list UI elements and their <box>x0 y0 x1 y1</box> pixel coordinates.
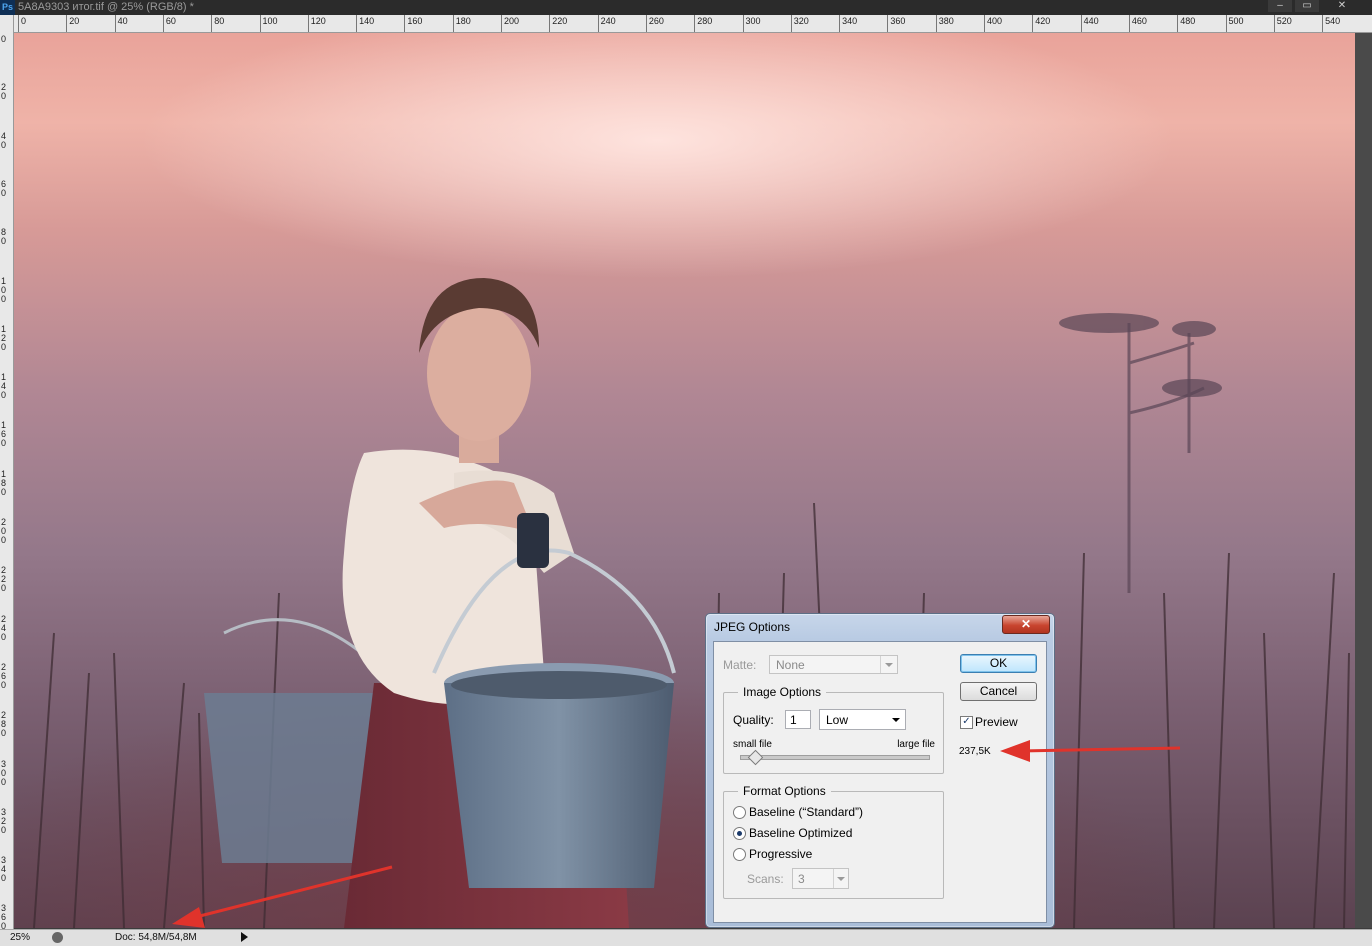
ruler-tick-label: 380 <box>938 16 954 26</box>
quality-input[interactable]: 1 <box>785 710 811 729</box>
radio-label: Progressive <box>749 847 813 861</box>
ok-button[interactable]: OK <box>960 654 1037 673</box>
ruler-tick-label: 320 <box>1 806 7 835</box>
scans-select: 3 <box>792 868 849 889</box>
ruler-tick-label: 260 <box>1 661 7 690</box>
ruler-tick-label: 60 <box>165 16 176 26</box>
ruler-tick-label: 100 <box>1 275 7 304</box>
ruler-tick-label: 120 <box>310 16 326 26</box>
image-options-group: Image Options Quality: 1 Low small file … <box>723 685 944 774</box>
dialog-body: Matte: None Image Options Quality: 1 Low… <box>713 641 1047 923</box>
vertical-ruler[interactable]: 0 20 40 60 80 100 120 140 160 180 200 220 240 260 280 3… <box>0 15 14 930</box>
radio-button[interactable] <box>733 827 746 840</box>
preview-checkbox[interactable]: ✓ <box>960 716 973 729</box>
quality-slider-track[interactable] <box>740 755 930 760</box>
quality-label: Quality: <box>733 713 774 727</box>
ruler-tick-label: 240 <box>600 16 616 26</box>
matte-select: None <box>769 655 898 674</box>
ruler-tick-label: 120 <box>1 323 7 352</box>
ruler-tick-label: 220 <box>552 16 568 26</box>
ruler-tick-label: 300 <box>1 758 7 787</box>
ruler-tick-label: 400 <box>987 16 1003 26</box>
horizontal-ruler[interactable]: 0 20 40 60 80 100 120 140 160 180 200 220 240 260 280 3… <box>13 15 1372 33</box>
chevron-down-icon <box>885 663 893 667</box>
scans-label: Scans: <box>747 872 784 886</box>
ruler-tick-label: 80 <box>214 16 225 26</box>
radio-button[interactable] <box>733 806 746 819</box>
ruler-tick-label: 220 <box>1 565 7 594</box>
status-info-icon[interactable] <box>52 932 63 943</box>
jpeg-options-dialog: JPEG Options ✕ Matte: None Image Options… <box>705 613 1055 928</box>
matte-value: None <box>776 658 805 672</box>
ruler-tick-label: 540 <box>1325 16 1341 26</box>
ruler-tick-label: 20 <box>69 16 80 26</box>
quality-slider-thumb[interactable] <box>747 749 764 766</box>
status-bar: 25% Doc: 54,8M/54,8M <box>0 929 1372 946</box>
ruler-tick-label: 100 <box>262 16 278 26</box>
quality-preset-value: Low <box>826 713 849 727</box>
radio-button[interactable] <box>733 848 746 861</box>
ruler-tick-label: 200 <box>1 517 7 545</box>
format-options-group: Format Options Baseline (“Standard”) Bas… <box>723 784 944 899</box>
photo-woman-with-buckets <box>33 278 1350 928</box>
ruler-tick-label: 140 <box>359 16 375 26</box>
quality-preset-select[interactable]: Low <box>819 709 906 730</box>
zoom-level[interactable]: 25% <box>10 932 30 943</box>
radio-label: Baseline Optimized <box>749 826 853 840</box>
slider-min-label: small file <box>733 739 772 750</box>
ruler-tick-label: 240 <box>1 613 7 642</box>
ruler-tick-label: 500 <box>1228 16 1244 26</box>
ruler-tick-label: 340 <box>842 16 858 26</box>
chevron-down-icon <box>892 718 900 722</box>
ruler-tick-label: 160 <box>1 420 7 449</box>
document-title: 5A8A9303 итог.tif @ 25% (RGB/8) * <box>18 1 194 13</box>
ruler-tick-label: 80 <box>1 227 7 247</box>
maximize-button[interactable]: ▭ <box>1295 0 1319 12</box>
radio-label: Baseline (“Standard”) <box>749 805 864 819</box>
ruler-tick-label: 420 <box>1035 16 1051 26</box>
image-canvas[interactable] <box>14 33 1355 928</box>
matte-label: Matte: <box>723 658 757 672</box>
ruler-tick-label: 360 <box>890 16 906 26</box>
format-options-legend: Format Options <box>738 784 831 798</box>
cancel-button[interactable]: Cancel <box>960 682 1037 701</box>
ruler-tick-label: 160 <box>407 16 423 26</box>
ruler-tick-label: 180 <box>1 468 7 497</box>
chevron-down-icon <box>837 877 845 881</box>
dialog-close-button[interactable]: ✕ <box>1002 615 1050 634</box>
ruler-tick-label: 280 <box>1 710 7 739</box>
ruler-tick-label: 460 <box>1131 16 1147 26</box>
photoshop-logo-icon: Ps <box>0 0 15 15</box>
document-size: Doc: 54,8M/54,8M <box>115 932 197 943</box>
ruler-tick-label: 360 <box>1 903 7 930</box>
preview-label: Preview <box>975 715 1018 729</box>
ruler-tick-label: 260 <box>648 16 664 26</box>
title-bar: Ps 5A8A9303 итог.tif @ 25% (RGB/8) * – ▭… <box>0 0 1372 15</box>
ruler-tick-label: 60 <box>1 178 7 198</box>
ruler-tick-label: 140 <box>1 372 7 401</box>
ruler-tick-label: 20 <box>1 82 7 102</box>
ruler-tick-label: 180 <box>455 16 471 26</box>
status-menu-arrow-icon[interactable] <box>241 932 248 942</box>
ruler-tick-label: 40 <box>117 16 128 26</box>
dialog-title: JPEG Options <box>714 620 791 634</box>
ruler-tick-label: 40 <box>1 130 7 150</box>
vertical-scrollbar[interactable] <box>1355 33 1372 928</box>
ruler-tick-label: 300 <box>745 16 761 26</box>
ruler-tick-label: 520 <box>1276 16 1292 26</box>
ruler-tick-label: 280 <box>697 16 713 26</box>
ruler-tick-label: 440 <box>1083 16 1099 26</box>
close-window-button[interactable]: ✕ <box>1330 0 1354 12</box>
ruler-tick-label: 0 <box>21 16 27 26</box>
ruler-tick-label: 480 <box>1180 16 1196 26</box>
ruler-tick-label: 0 <box>1 34 7 44</box>
ruler-tick-label: 340 <box>1 855 7 884</box>
minimize-button[interactable]: – <box>1268 0 1292 12</box>
file-size-readout: 237,5K <box>959 746 991 757</box>
slider-max-label: large file <box>897 739 935 750</box>
image-options-legend: Image Options <box>738 685 827 699</box>
ruler-tick-label: 320 <box>793 16 809 26</box>
ruler-tick-label: 200 <box>504 16 520 26</box>
scans-value: 3 <box>798 872 805 886</box>
